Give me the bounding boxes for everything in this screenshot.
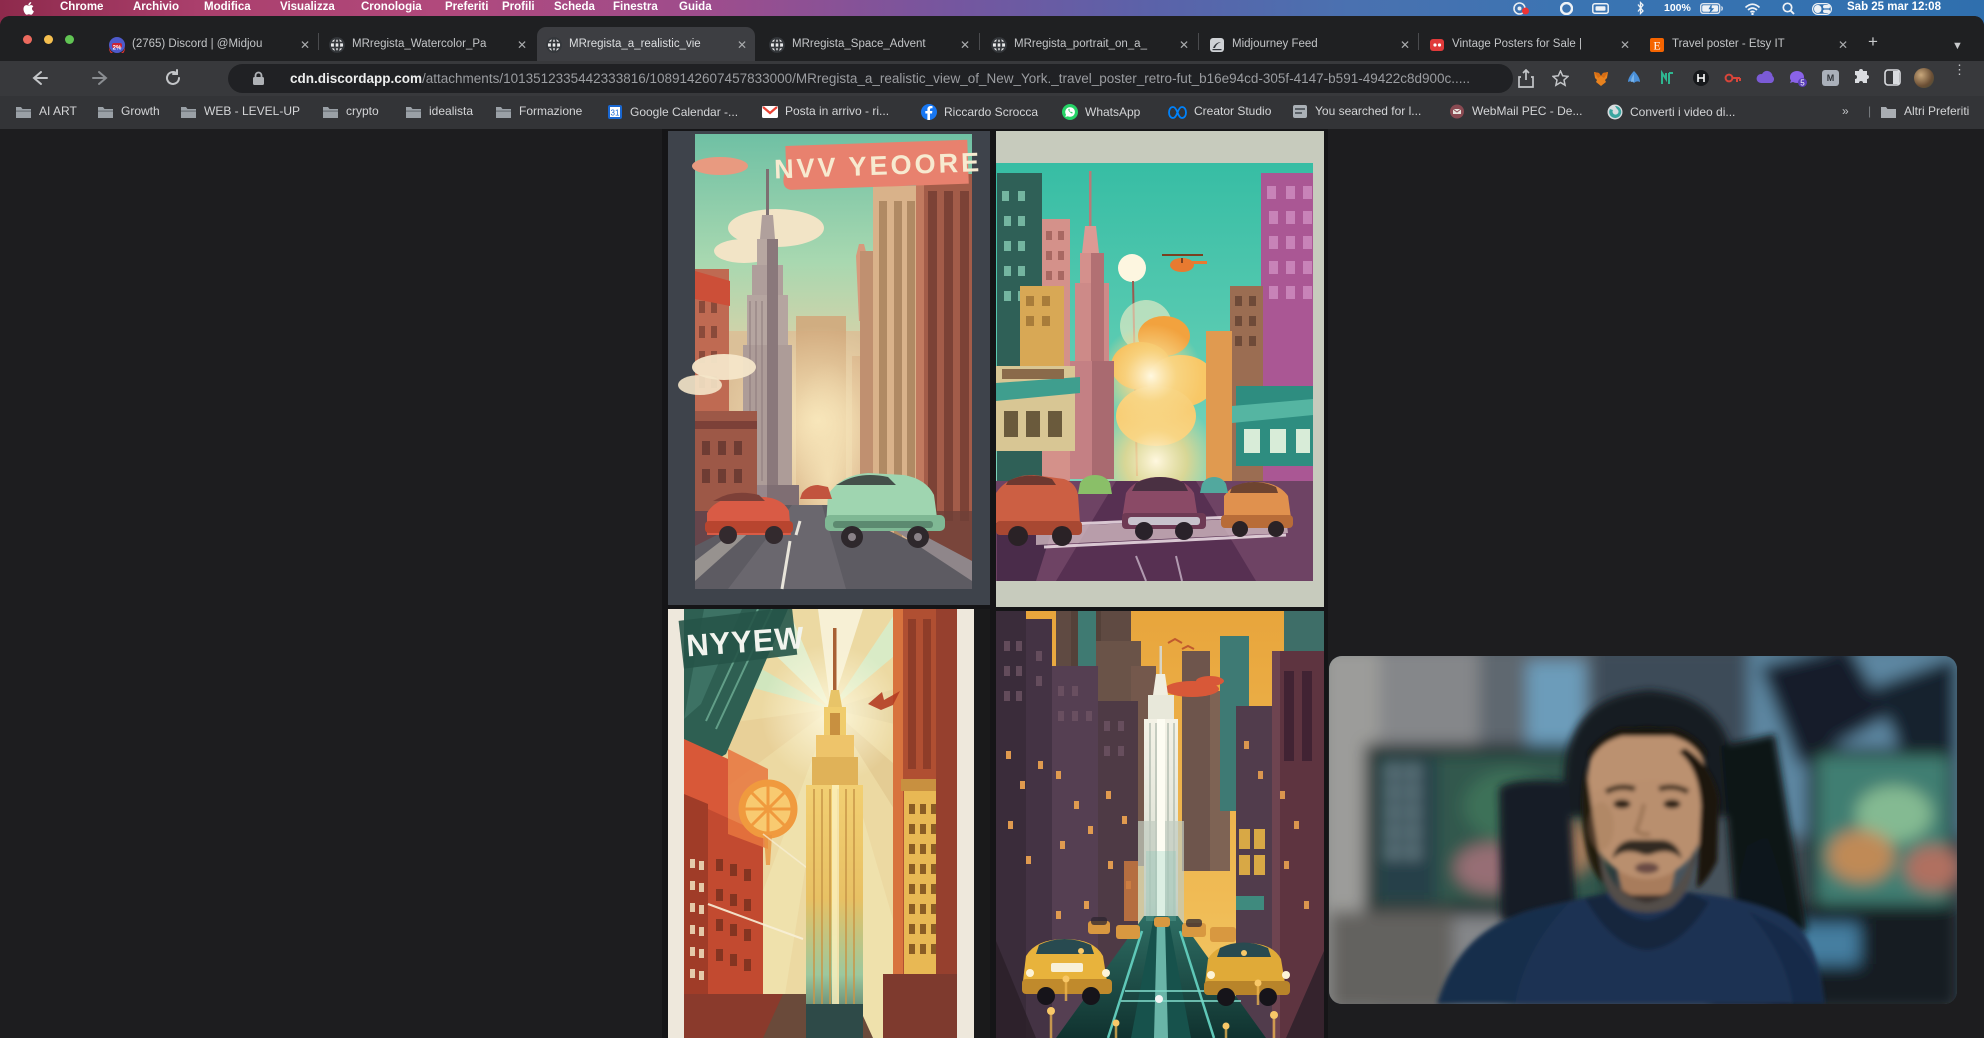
svg-text:2%: 2%: [113, 46, 122, 52]
svg-text:E: E: [1653, 39, 1660, 53]
svg-text:5: 5: [1800, 79, 1805, 88]
svg-text:31: 31: [611, 109, 620, 118]
